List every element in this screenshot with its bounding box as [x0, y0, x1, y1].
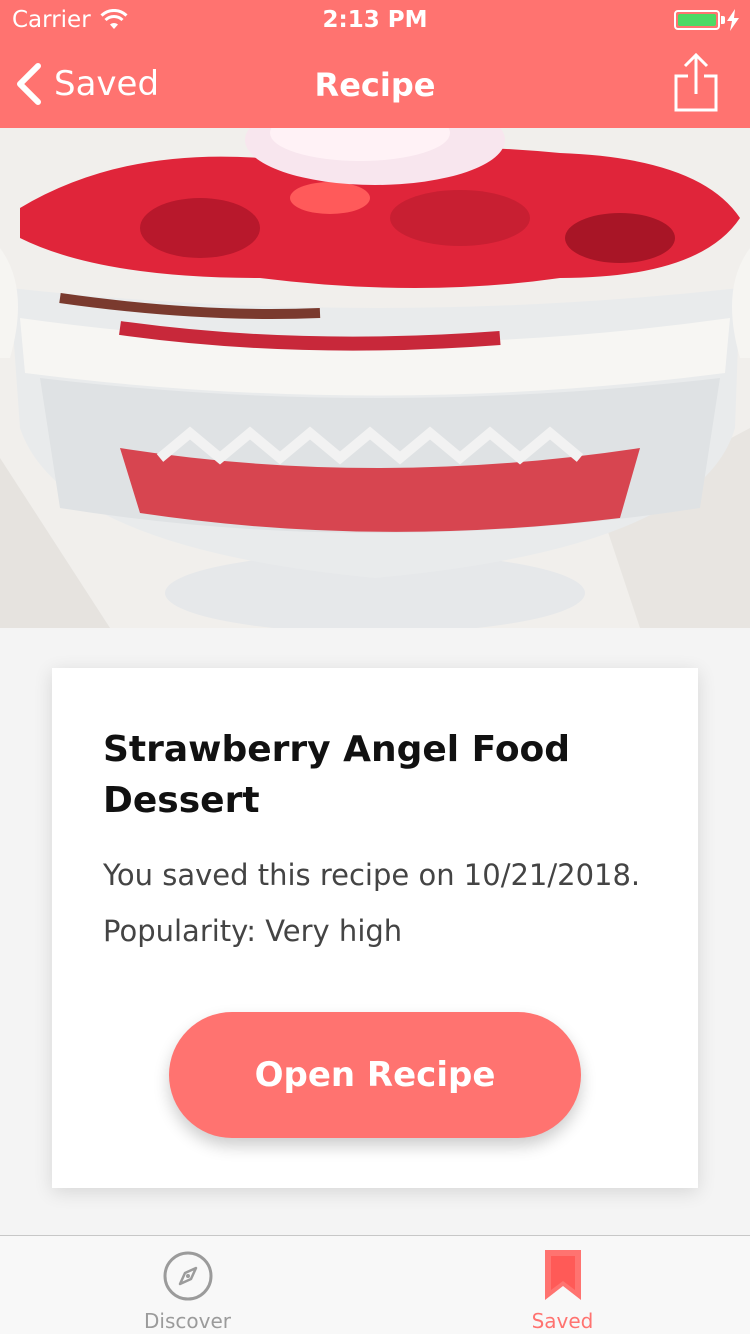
recipe-screen: Carrier 2:13 PM Saved Recipe Strawberry … [0, 0, 750, 1334]
tab-discover-label: Discover [144, 1309, 231, 1333]
recipe-photo [0, 128, 750, 628]
charging-bolt-icon [727, 9, 739, 31]
top-bar: Carrier 2:13 PM Saved Recipe [0, 0, 750, 128]
share-icon[interactable] [672, 50, 720, 114]
trifle-image [0, 128, 750, 628]
popularity-text: Popularity: Very high [103, 914, 403, 948]
status-time: 2:13 PM [322, 7, 428, 33]
page-title: Recipe [314, 66, 436, 104]
compass-icon [163, 1251, 212, 1301]
recipe-card: Strawberry Angel Food Dessert You saved … [52, 668, 698, 1188]
navigation-bar: Saved Recipe [0, 40, 750, 128]
tab-discover[interactable]: Discover [0, 1236, 375, 1334]
battery-level [678, 14, 716, 26]
recipe-title: Strawberry Angel Food Dessert [103, 729, 571, 821]
saved-date-text: You saved this recipe on 10/21/2018. [103, 858, 641, 892]
battery-cap [721, 16, 725, 24]
status-bar: Carrier 2:13 PM [0, 0, 750, 40]
open-recipe-button[interactable]: Open Recipe [169, 1012, 581, 1138]
battery-icon [674, 10, 720, 30]
tab-saved-label: Saved [531, 1309, 594, 1333]
tab-bar: Discover Saved [0, 1235, 750, 1334]
bookmark-icon [544, 1250, 581, 1300]
tab-saved[interactable]: Saved [375, 1236, 750, 1334]
